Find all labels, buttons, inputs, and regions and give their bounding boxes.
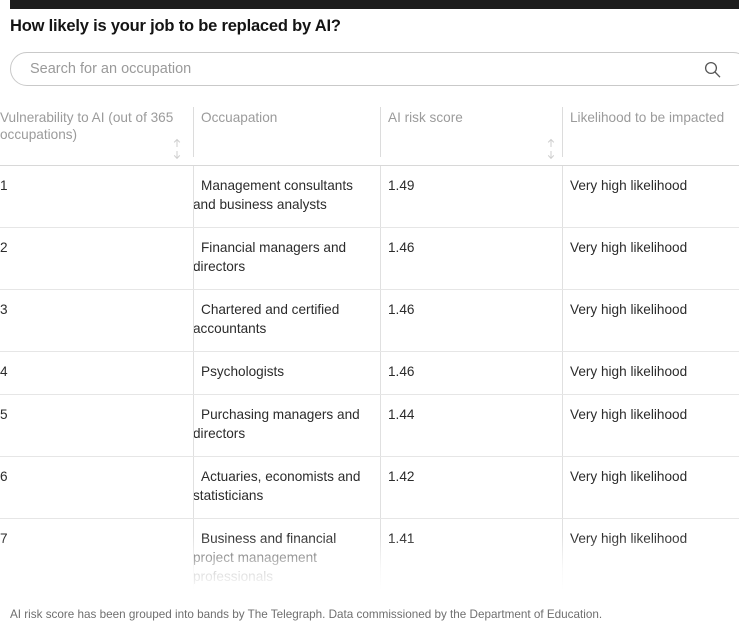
- column-header-label: Vulnerability to AI (out of 365 occupati…: [0, 110, 174, 142]
- occupation-value: Actuaries, economists and statisticians: [193, 469, 361, 503]
- column-header-label: Likelihood to be impacted: [570, 110, 725, 125]
- table-row[interactable]: 1 Management consultants and business an…: [0, 165, 739, 228]
- rank-value: 6: [0, 469, 8, 484]
- cell-occupation: Financial managers and directors: [193, 227, 380, 290]
- table-row[interactable]: 2 Financial managers and directors 1.46 …: [0, 227, 739, 290]
- likelihood-value: Very high likelihood: [570, 302, 688, 317]
- occupation-value: Chartered and certified accountants: [193, 302, 340, 336]
- cell-rank: 6: [0, 456, 193, 519]
- cell-rank: 2: [0, 227, 193, 290]
- likelihood-value: Very high likelihood: [570, 178, 688, 193]
- risk-score-value: 1.42: [388, 469, 415, 484]
- cell-likelihood: Very high likelihood: [562, 227, 739, 290]
- risk-score-value: 1.41: [388, 531, 415, 546]
- cell-occupation: Actuaries, economists and statisticians: [193, 456, 380, 519]
- risk-score-value: 1.44: [388, 407, 415, 422]
- table-row[interactable]: 6 Actuaries, economists and statistician…: [0, 456, 739, 519]
- risk-score-value: 1.46: [388, 240, 415, 255]
- search-icon[interactable]: [704, 61, 721, 78]
- likelihood-value: Very high likelihood: [570, 364, 688, 379]
- cell-occupation: Psychologists: [193, 351, 380, 395]
- table-row[interactable]: 3 Chartered and certified accountants 1.…: [0, 289, 739, 352]
- sort-updown-icon[interactable]: [172, 138, 182, 160]
- occupation-value: Management consultants and business anal…: [193, 178, 353, 212]
- risk-score-value: 1.46: [388, 364, 415, 379]
- cell-likelihood: Very high likelihood: [562, 165, 739, 228]
- cell-rank: 4: [0, 351, 193, 395]
- page-title: How likely is your job to be replaced by…: [10, 17, 341, 35]
- top-rule: [10, 0, 739, 9]
- rank-value: 7: [0, 531, 8, 546]
- rank-value: 2: [0, 240, 8, 255]
- occupation-value: Business and financial project managemen…: [193, 531, 337, 584]
- cell-likelihood: Very high likelihood: [562, 351, 739, 395]
- cell-rank: 1: [0, 165, 193, 228]
- search-box[interactable]: [10, 52, 739, 86]
- cell-likelihood: Very high likelihood: [562, 289, 739, 352]
- likelihood-value: Very high likelihood: [570, 531, 688, 546]
- search-input[interactable]: [28, 53, 668, 85]
- rank-value: 4: [0, 364, 8, 379]
- cell-risk-score: 1.46: [380, 351, 562, 395]
- table-row[interactable]: 7 Business and financial project managem…: [0, 518, 739, 598]
- cell-likelihood: Very high likelihood: [562, 456, 739, 519]
- occupations-table-scroll[interactable]: Vulnerability to AI (out of 365 occupati…: [0, 101, 739, 598]
- table-body: 1 Management consultants and business an…: [0, 165, 739, 598]
- rank-value: 1: [0, 178, 8, 193]
- column-header-label: Occuapation: [201, 110, 278, 125]
- occupation-value: Financial managers and directors: [193, 240, 347, 274]
- cell-occupation: Management consultants and business anal…: [193, 165, 380, 228]
- table-header-row: Vulnerability to AI (out of 365 occupati…: [0, 101, 739, 166]
- ai-job-risk-widget: How likely is your job to be replaced by…: [0, 9, 739, 631]
- likelihood-value: Very high likelihood: [570, 469, 688, 484]
- occupation-value: Purchasing managers and directors: [193, 407, 360, 441]
- occupations-table: Vulnerability to AI (out of 365 occupati…: [0, 101, 739, 598]
- cell-rank: 7: [0, 518, 193, 598]
- table-row[interactable]: 5 Purchasing managers and directors 1.44…: [0, 394, 739, 457]
- rank-value: 3: [0, 302, 8, 317]
- column-header-vulnerability[interactable]: Vulnerability to AI (out of 365 occupati…: [0, 101, 193, 166]
- column-header-likelihood[interactable]: Likelihood to be impacted: [562, 101, 739, 166]
- likelihood-value: Very high likelihood: [570, 240, 688, 255]
- cell-rank: 3: [0, 289, 193, 352]
- column-header-occupation[interactable]: Occuapation: [193, 101, 380, 166]
- cell-likelihood: Very high likelihood: [562, 394, 739, 457]
- column-header-label: AI risk score: [388, 110, 463, 125]
- cell-risk-score: 1.46: [380, 289, 562, 352]
- column-header-ai-risk-score[interactable]: AI risk score: [380, 101, 562, 166]
- rank-value: 5: [0, 407, 8, 422]
- cell-risk-score: 1.41: [380, 518, 562, 598]
- likelihood-value: Very high likelihood: [570, 407, 688, 422]
- cell-occupation: Business and financial project managemen…: [193, 518, 380, 598]
- cell-occupation: Chartered and certified accountants: [193, 289, 380, 352]
- cell-likelihood: Very high likelihood: [562, 518, 739, 598]
- risk-score-value: 1.49: [388, 178, 415, 193]
- cell-occupation: Purchasing managers and directors: [193, 394, 380, 457]
- cell-risk-score: 1.44: [380, 394, 562, 457]
- cell-risk-score: 1.42: [380, 456, 562, 519]
- cell-rank: 5: [0, 394, 193, 457]
- cell-risk-score: 1.49: [380, 165, 562, 228]
- risk-score-value: 1.46: [388, 302, 415, 317]
- table-row[interactable]: 4 Psychologists 1.46 Very high likelihoo…: [0, 351, 739, 395]
- footnote: AI risk score has been grouped into band…: [10, 608, 603, 621]
- occupation-value: Psychologists: [201, 364, 285, 379]
- sort-updown-icon[interactable]: [546, 138, 556, 160]
- cell-risk-score: 1.46: [380, 227, 562, 290]
